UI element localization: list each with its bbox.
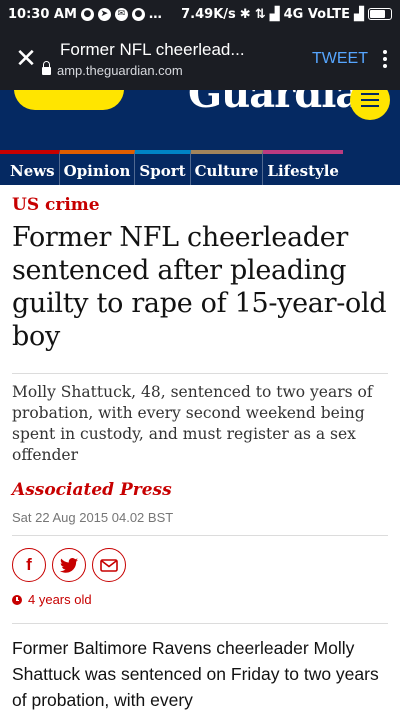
network-speed: 7.49K/s [181,6,236,22]
twitter-share-button[interactable] [52,548,86,582]
status-bar-left: 10:30 AM ● ➤ ✉ ● … [8,7,162,22]
clock-icon [12,594,22,605]
messenger-icon: ➤ [97,7,111,21]
notification-icon: ● [80,7,94,21]
divider [12,373,388,374]
nav-item-sport[interactable]: Sport [135,150,191,185]
status-time: 10:30 AM [8,6,77,22]
overflow-menu-icon[interactable] [376,50,394,68]
browser-toolbar: ✕ Former NFL cheerlead... amp.theguardia… [0,28,400,90]
nav-item-culture[interactable]: Culture [190,150,264,185]
signal-icon: ▟ [269,6,280,22]
twitter-icon [60,557,78,573]
facebook-share-button[interactable]: f [12,548,46,582]
battery-icon [368,8,392,20]
data-transfer-icon: ⇅ [254,6,266,22]
url-row: amp.theguardian.com [42,60,302,78]
masthead-band [0,124,400,150]
age-label: 4 years old [28,592,92,607]
lock-icon [42,60,51,75]
nav-item-lifestyle[interactable]: Lifestyle [263,150,343,185]
signal-icon-2: ▟ [354,6,364,22]
tweet-button[interactable]: TWEET [312,50,368,68]
toolbar-titles: Former NFL cheerlead... amp.theguardian.… [42,40,302,78]
byline[interactable]: Associated Press [12,480,388,500]
standfirst: Molly Shattuck, 48, sentenced to two yea… [12,383,373,464]
more-notifications-icon: … [148,6,162,22]
page-title: Former NFL cheerlead... [60,40,245,59]
divider [12,535,388,536]
article: US crime Former NFL cheerleader sentence… [0,195,400,713]
dateline: Sat 22 Aug 2015 04.02 BST [12,510,174,525]
status-bar: 10:30 AM ● ➤ ✉ ● … 7.49K/s ✱ ⇅ ▟ 4G VoLT… [0,0,400,28]
headline: Former NFL cheerleader sentenced after p… [12,222,387,352]
share-row: f [12,548,388,582]
nav-item-opinion[interactable]: Opinion [59,150,136,185]
email-share-button[interactable] [92,548,126,582]
chat-icon: ✉ [114,7,128,21]
nav-item-news[interactable]: News [0,150,60,185]
section-kicker[interactable]: US crime [12,195,388,215]
masthead: Guardian [0,90,400,124]
article-body: Former Baltimore Ravens cheerleader Moll… [12,638,379,710]
bubble-icon: ● [131,7,145,21]
facebook-icon: f [26,555,32,574]
page-url: amp.theguardian.com [57,63,183,78]
network-type: 4G VoLTE [283,6,350,22]
status-bar-right: 7.49K/s ✱ ⇅ ▟ 4G VoLTE ▟ [181,7,392,22]
section-nav: News Opinion Sport Culture Lifestyle [0,150,400,185]
bluetooth-icon: ✱ [239,6,251,22]
email-icon [100,558,118,572]
article-age: 4 years old [12,592,388,607]
close-icon[interactable]: ✕ [8,41,44,77]
support-button[interactable] [14,90,124,110]
divider [12,623,388,624]
